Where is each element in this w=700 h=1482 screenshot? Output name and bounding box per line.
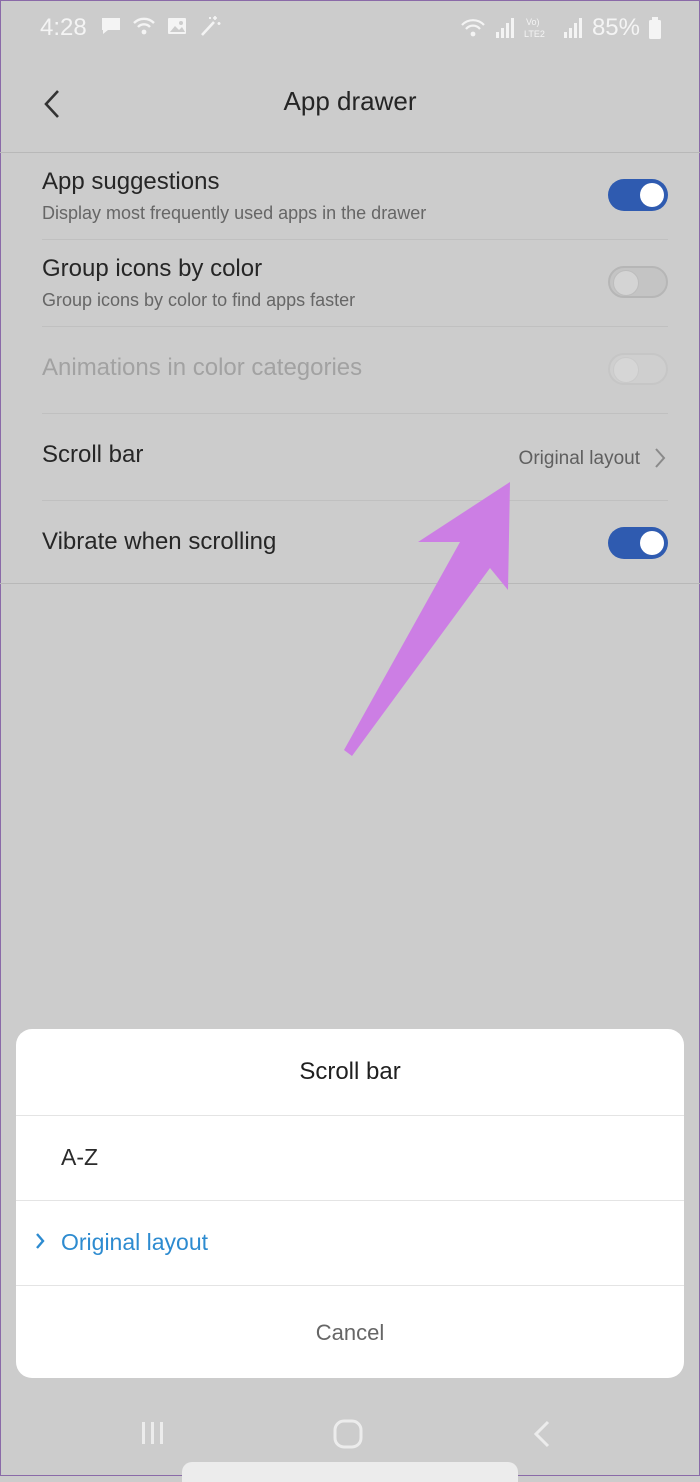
setting-group-icons-by-color[interactable]: Group icons by color Group icons by colo… — [42, 240, 668, 327]
battery-percentage: 85% — [591, 14, 640, 41]
volte-icon: Vo) LTE2 — [524, 17, 545, 39]
home-icon[interactable] — [332, 1418, 364, 1450]
toggle-knob — [613, 357, 639, 383]
setting-title: Group icons by color — [42, 255, 263, 282]
sheet-option-az[interactable]: A-Z — [16, 1116, 684, 1201]
toggle-knob — [613, 270, 639, 296]
app-suggestions-toggle[interactable] — [608, 179, 668, 211]
group-icons-toggle[interactable] — [608, 266, 668, 298]
setting-title: Animations in color categories — [42, 354, 363, 381]
setting-title: Vibrate when scrolling — [42, 528, 277, 555]
setting-animations-color-categories: Animations in color categories — [42, 327, 668, 414]
setting-title: Scroll bar — [42, 441, 144, 468]
cancel-button[interactable]: Cancel — [16, 1287, 684, 1378]
vibrate-toggle[interactable] — [608, 527, 668, 559]
battery-icon — [649, 17, 661, 39]
app-header: App drawer — [0, 56, 700, 153]
page-title: App drawer — [283, 86, 417, 116]
setting-title: App suggestions — [42, 168, 220, 195]
wifi-icon — [133, 17, 155, 35]
chevron-right-icon — [655, 448, 666, 468]
sheet-title: Scroll bar — [16, 1029, 684, 1116]
status-right-icons: Vo) LTE2 85% — [460, 14, 662, 42]
setting-value: Original layout — [518, 448, 640, 469]
status-time: 4:28 — [40, 14, 87, 41]
annotation-arrow-icon — [344, 482, 510, 756]
setting-subtitle: Display most frequently used apps in the… — [42, 203, 427, 223]
selected-chevron-icon — [36, 1233, 45, 1249]
signal-icon — [495, 18, 514, 38]
bottom-handle — [182, 1462, 518, 1482]
magic-wand-icon — [201, 16, 221, 36]
nav-back-icon[interactable] — [530, 1418, 556, 1450]
animations-toggle — [608, 353, 668, 385]
setting-app-suggestions[interactable]: App suggestions Display most frequently … — [42, 153, 668, 240]
option-label: Original layout — [61, 1229, 209, 1255]
toggle-knob — [640, 531, 664, 555]
recents-icon[interactable] — [138, 1418, 168, 1448]
scroll-bar-sheet: Scroll bar A-Z Original layout Cancel — [16, 1029, 684, 1378]
svg-text:Vo): Vo) — [526, 17, 540, 27]
image-icon — [168, 18, 186, 34]
message-icon — [102, 18, 120, 34]
sheet-option-original-layout[interactable]: Original layout — [16, 1201, 684, 1286]
setting-subtitle: Group icons by color to find apps faster — [42, 290, 356, 310]
status-bar: 4:28 Vo) LTE2 85% — [0, 0, 700, 56]
signal-icon — [563, 18, 582, 38]
toggle-knob — [640, 183, 664, 207]
wifi-icon — [461, 19, 485, 37]
status-left-icons — [100, 14, 222, 38]
svg-text:LTE2: LTE2 — [524, 29, 545, 39]
option-label: A-Z — [61, 1144, 99, 1170]
